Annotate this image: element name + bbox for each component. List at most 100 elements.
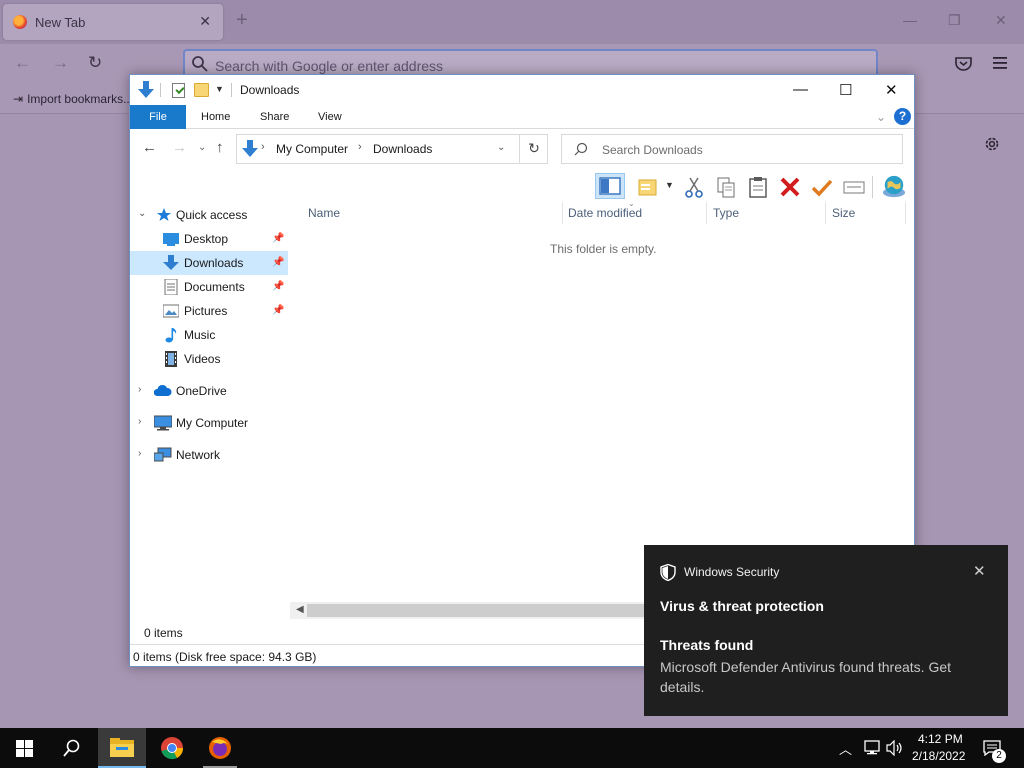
help-icon[interactable]: ? xyxy=(894,108,911,125)
expander-open-icon[interactable]: ⌄ xyxy=(138,208,146,219)
copy-icon[interactable] xyxy=(714,175,738,199)
downloads-arrow-icon xyxy=(138,81,154,98)
expander-closed-icon[interactable]: › xyxy=(138,416,141,427)
back-icon[interactable]: ← xyxy=(14,53,31,73)
firefox-favicon-icon xyxy=(13,15,27,29)
column-separator[interactable] xyxy=(825,202,826,224)
pin-icon[interactable]: 📌 xyxy=(272,281,284,292)
tab-view[interactable]: View xyxy=(318,111,342,123)
rename-icon[interactable] xyxy=(842,175,866,199)
column-header-size[interactable]: Size xyxy=(832,206,855,220)
gear-icon[interactable] xyxy=(983,135,1001,153)
nav-network[interactable]: › Network xyxy=(130,443,288,467)
scroll-left-icon[interactable]: ◀ xyxy=(296,604,304,615)
up-icon[interactable]: ↑ xyxy=(216,139,224,156)
clock-time[interactable]: 4:12 PM xyxy=(918,732,963,746)
show-hidden-icons-icon[interactable]: ︿ xyxy=(839,739,852,758)
refresh-icon[interactable]: ↻ xyxy=(519,134,548,164)
minimize-icon[interactable]: — xyxy=(793,81,808,98)
toast-subtitle: Threats found xyxy=(660,637,754,653)
import-icon: ⇥ xyxy=(13,92,24,106)
browser-tab[interactable]: New Tab ✕ xyxy=(3,4,223,40)
tab-home[interactable]: Home xyxy=(201,111,230,123)
nav-pictures[interactable]: Pictures 📌 xyxy=(130,299,288,323)
security-toast-notification[interactable]: Windows Security ✕ Virus & threat protec… xyxy=(644,545,1008,716)
taskbar-chrome[interactable] xyxy=(148,728,196,768)
column-separator[interactable] xyxy=(905,202,906,224)
pocket-icon[interactable] xyxy=(955,56,972,71)
close-icon[interactable]: ✕ xyxy=(973,562,986,580)
nav-network-label: Network xyxy=(176,448,221,462)
search-icon[interactable] xyxy=(63,739,81,757)
restore-icon[interactable]: ❐ xyxy=(948,12,961,29)
close-icon[interactable]: ✕ xyxy=(995,12,1007,29)
preview-pane-button[interactable] xyxy=(595,173,625,199)
close-icon[interactable]: ✕ xyxy=(885,81,898,99)
tab-share[interactable]: Share xyxy=(260,111,289,123)
address-dropdown-icon[interactable]: ⌄ xyxy=(497,142,505,153)
expander-closed-icon[interactable]: › xyxy=(138,448,141,459)
ribbon-expand-icon[interactable]: ⌄ xyxy=(876,110,886,124)
column-header-name[interactable]: Name xyxy=(308,206,340,220)
new-folder-icon[interactable] xyxy=(637,175,661,199)
new-folder-icon[interactable] xyxy=(194,83,209,97)
nav-quick-access[interactable]: ⌄ Quick access xyxy=(130,203,288,227)
nav-downloads[interactable]: Downloads 📌 xyxy=(130,251,288,275)
new-dropdown-icon[interactable]: ▼ xyxy=(665,180,674,190)
taskbar-file-explorer[interactable] xyxy=(98,728,146,768)
address-bar[interactable]: › My Computer › Downloads ⌄ xyxy=(236,134,548,164)
breadcrumb-chevron-icon[interactable]: › xyxy=(358,141,362,153)
forward-icon[interactable]: → xyxy=(52,53,69,73)
new-tab-icon[interactable]: + xyxy=(236,10,248,30)
back-icon[interactable]: ← xyxy=(142,139,157,156)
nav-onedrive[interactable]: › OneDrive xyxy=(130,379,288,403)
search-placeholder: Search Downloads xyxy=(602,143,703,157)
recent-locations-icon[interactable]: ⌄ xyxy=(198,142,206,153)
paste-icon[interactable] xyxy=(746,175,770,199)
nav-documents[interactable]: Documents 📌 xyxy=(130,275,288,299)
breadcrumb-my-computer[interactable]: My Computer xyxy=(276,142,348,156)
column-separator[interactable] xyxy=(706,202,707,224)
tab-close-icon[interactable]: ✕ xyxy=(199,13,211,30)
properties-icon[interactable] xyxy=(172,83,185,98)
pin-icon[interactable]: 📌 xyxy=(272,233,284,244)
computer-icon xyxy=(153,415,173,431)
nav-pictures-label: Pictures xyxy=(184,304,228,318)
import-bookmarks-link[interactable]: ⇥ Import bookmarks... xyxy=(13,92,133,106)
maximize-icon[interactable]: ☐ xyxy=(839,81,852,99)
toolbar-separator xyxy=(872,176,873,198)
tab-title: New Tab xyxy=(35,15,86,30)
scrollbar-thumb[interactable] xyxy=(307,604,647,617)
shield-icon xyxy=(660,564,676,581)
windows-start-icon[interactable] xyxy=(16,740,33,757)
qat-dropdown-icon[interactable]: ▼ xyxy=(215,84,224,94)
expander-closed-icon[interactable]: › xyxy=(138,384,141,395)
nav-desktop[interactable]: Desktop 📌 xyxy=(130,227,288,251)
reload-icon[interactable]: ↻ xyxy=(88,53,102,73)
column-separator[interactable] xyxy=(562,202,563,224)
breadcrumb-chevron-icon[interactable]: › xyxy=(261,141,265,153)
taskbar-firefox[interactable] xyxy=(196,728,244,768)
nav-quick-access-label: Quick access xyxy=(176,208,248,222)
nav-videos[interactable]: Videos xyxy=(130,347,288,371)
search-input[interactable]: Search Downloads xyxy=(561,134,903,164)
network-icon[interactable] xyxy=(863,740,881,756)
volume-icon[interactable] xyxy=(886,740,904,756)
column-header-date-modified[interactable]: Date modified xyxy=(568,206,642,220)
nav-my-computer[interactable]: › My Computer xyxy=(130,411,288,435)
pin-icon[interactable]: 📌 xyxy=(272,257,284,268)
forward-icon[interactable]: → xyxy=(172,139,187,156)
column-header-type[interactable]: Type xyxy=(713,206,739,220)
delete-icon[interactable] xyxy=(778,175,802,199)
globe-icon[interactable] xyxy=(882,174,906,198)
hamburger-menu-icon[interactable] xyxy=(993,57,1007,69)
breadcrumb-downloads[interactable]: Downloads xyxy=(373,142,432,156)
pin-icon[interactable]: 📌 xyxy=(272,305,284,316)
checkmark-icon[interactable] xyxy=(810,175,834,199)
clock-date[interactable]: 2/18/2022 xyxy=(912,749,965,763)
firefox-icon xyxy=(209,737,231,759)
cut-icon[interactable] xyxy=(682,175,706,199)
tab-file[interactable]: File xyxy=(130,105,186,129)
nav-music[interactable]: Music xyxy=(130,323,288,347)
minimize-icon[interactable]: — xyxy=(903,12,917,28)
